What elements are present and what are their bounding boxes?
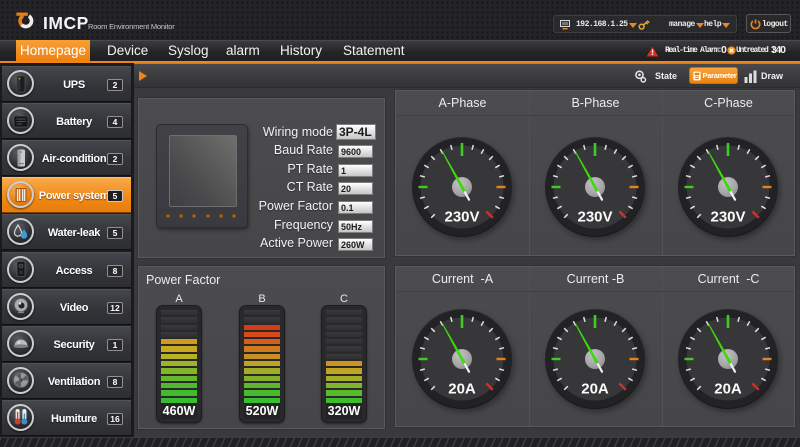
svg-text:230V: 230V: [444, 209, 479, 226]
svg-text:20A: 20A: [714, 381, 742, 398]
svg-text:20A: 20A: [581, 381, 609, 398]
svg-text:230V: 230V: [577, 209, 612, 226]
svg-text:230V: 230V: [710, 209, 745, 226]
svg-text:20A: 20A: [448, 381, 476, 398]
